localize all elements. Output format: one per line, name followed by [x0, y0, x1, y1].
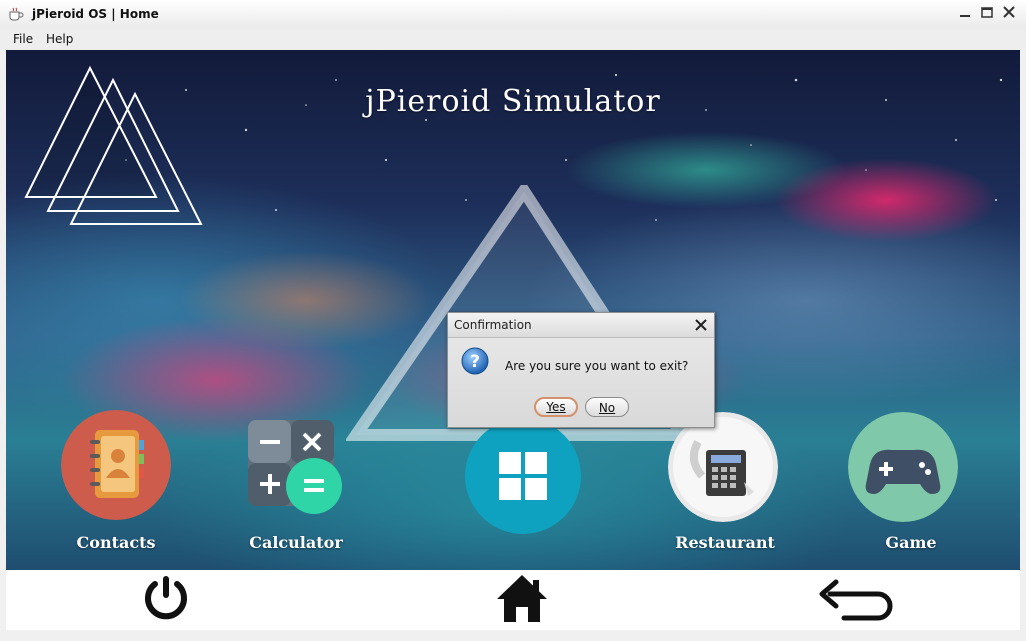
cash-register-icon — [668, 412, 778, 522]
coffee-cup-icon — [9, 7, 24, 21]
app-calculator[interactable]: Calculator — [231, 410, 361, 560]
calculator-icon — [248, 420, 342, 514]
window-right-border — [1020, 50, 1026, 630]
app-restaurant[interactable]: Restaurant — [660, 410, 790, 560]
no-button[interactable]: No — [585, 397, 629, 417]
dialog-message: Are you sure you want to exit? — [505, 359, 689, 373]
back-icon[interactable] — [816, 572, 898, 626]
app-grid-icon — [465, 418, 581, 534]
page-title: jPieroid Simulator — [365, 84, 661, 119]
app-contacts[interactable]: Contacts — [51, 410, 181, 560]
close-icon[interactable] — [998, 3, 1020, 23]
bottom-navigation-bar — [6, 570, 1020, 630]
yes-button[interactable]: Yes — [534, 397, 578, 417]
app-label-calculator: Calculator — [249, 533, 343, 552]
app-label-restaurant: Restaurant — [675, 533, 775, 552]
menu-help[interactable]: Help — [43, 32, 76, 46]
desktop-background: jPieroid Simulator Contacts Calculator R… — [6, 50, 1020, 570]
window-titlebar: jPieroid OS | Home — [0, 0, 1026, 30]
app-label-game: Game — [885, 533, 937, 552]
app-drawer-button[interactable] — [455, 410, 585, 560]
confirmation-dialog: Confirmation ? Are you sure you want to … — [447, 312, 715, 428]
dialog-titlebar: Confirmation — [448, 313, 714, 338]
svg-text:?: ? — [470, 352, 480, 372]
question-icon: ? — [461, 347, 489, 375]
window-title: jPieroid OS | Home — [32, 7, 159, 21]
app-game[interactable]: Game — [846, 410, 976, 560]
dialog-title: Confirmation — [454, 318, 532, 332]
gamepad-icon — [848, 412, 958, 522]
maximize-icon[interactable] — [976, 3, 998, 23]
dialog-close-icon[interactable] — [692, 316, 710, 334]
contacts-book-icon — [61, 410, 171, 520]
menu-file[interactable]: File — [10, 32, 36, 46]
power-icon[interactable] — [140, 572, 192, 626]
menu-bar: File Help — [0, 29, 1026, 50]
app-label-contacts: Contacts — [76, 533, 156, 552]
window-bottom-border — [0, 630, 1026, 641]
minimize-icon[interactable] — [954, 3, 976, 23]
home-icon[interactable] — [495, 572, 549, 626]
